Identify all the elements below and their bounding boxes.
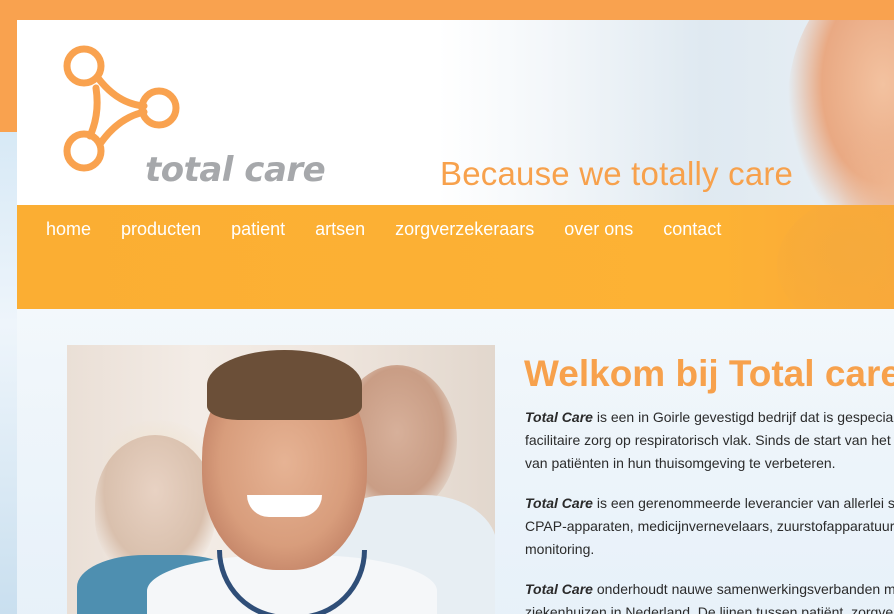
paragraph-line: ziekenhuizen in Nederland. De lijnen tus…	[525, 604, 894, 614]
paragraph-line: CPAP-apparaten, medicijnvernevelaars, zu…	[525, 518, 894, 534]
site-header: total care Because we totally care	[17, 20, 894, 205]
intro-paragraph-1: Total Care is een in Goirle gevestigd be…	[525, 406, 894, 475]
nav-decoration	[777, 205, 894, 309]
paragraph-line: onderhoudt nauwe samenwerkingsverbanden …	[596, 581, 894, 597]
nav-item-producten[interactable]: producten	[121, 219, 201, 240]
nav-list: home producten patient artsen zorgverzek…	[46, 219, 751, 240]
brand-name: Total Care	[525, 581, 593, 597]
nav-item-home[interactable]: home	[46, 219, 91, 240]
logo-wordmark[interactable]: total care	[145, 150, 326, 190]
brand-name: Total Care	[525, 409, 593, 425]
doctor-hero-image	[67, 345, 495, 614]
paragraph-line: monitoring.	[525, 541, 595, 557]
nav-item-zorgverzekeraars[interactable]: zorgverzekeraars	[395, 219, 534, 240]
paragraph-line: van patiënten in hun thuisomgeving te ve…	[525, 455, 836, 471]
paragraph-line: is een in Goirle gevestigd bedrijf dat i…	[592, 409, 894, 425]
main-content: Welkom bij Total care Total Care is een …	[17, 309, 894, 614]
header-tagline: Because we totally care	[440, 155, 794, 192]
nav-item-contact[interactable]: contact	[663, 219, 721, 240]
photo-doctor-hair	[207, 350, 362, 420]
background-sky	[0, 132, 17, 614]
paragraph-line: facilitaire zorg op respiratorisch vlak.…	[525, 432, 894, 448]
top-accent-bar	[0, 0, 894, 20]
intro-paragraph-2: Total Care is een gerenommeerde leveranc…	[525, 492, 894, 561]
nav-item-artsen[interactable]: artsen	[315, 219, 365, 240]
main-navigation: home producten patient artsen zorgverzek…	[17, 205, 894, 309]
nav-item-over-ons[interactable]: over ons	[564, 219, 633, 240]
photo-nurse-face	[95, 435, 215, 575]
paragraph-line: is een gerenommeerde leverancier van all…	[596, 495, 894, 511]
photo-doctor-smile	[247, 495, 322, 517]
intro-paragraph-3: Total Care onderhoudt nauwe samenwerking…	[525, 578, 894, 614]
brand-name: Total Care	[525, 495, 593, 511]
left-accent-strip	[0, 20, 17, 132]
nav-item-patient[interactable]: patient	[231, 219, 285, 240]
page-title: Welkom bij Total care	[524, 353, 894, 394]
